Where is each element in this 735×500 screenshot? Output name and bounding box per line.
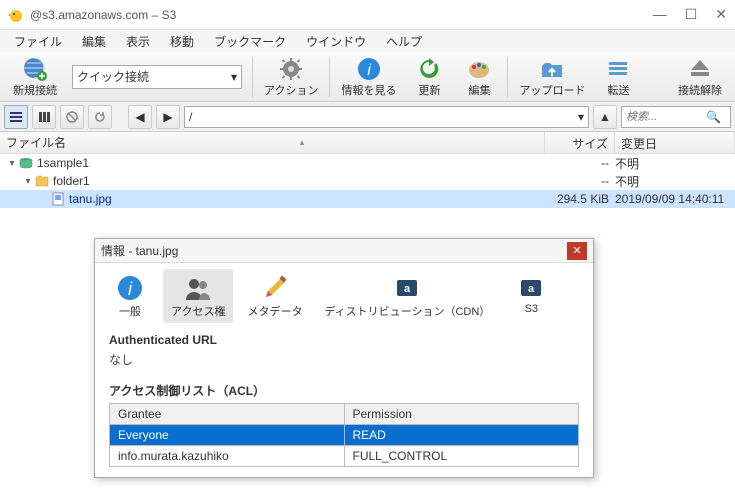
refresh-button[interactable]: 更新 bbox=[405, 54, 453, 100]
minimize-button[interactable]: — bbox=[653, 6, 667, 23]
tab-s3[interactable]: a S3 bbox=[504, 269, 558, 323]
acl-row[interactable]: EveryoneREAD bbox=[110, 425, 579, 446]
users-icon bbox=[183, 273, 213, 303]
aws-box-icon: a bbox=[392, 273, 422, 303]
file-name: tanu.jpg bbox=[69, 192, 545, 206]
sort-indicator-icon: ▴ bbox=[300, 137, 305, 148]
file-size: -- bbox=[545, 156, 615, 170]
action-button[interactable]: アクション bbox=[257, 54, 325, 100]
svg-text:a: a bbox=[528, 283, 535, 295]
edit-button[interactable]: 編集 bbox=[455, 54, 503, 100]
acl-table: Grantee Permission EveryoneREADinfo.mura… bbox=[109, 403, 579, 467]
view-column-button[interactable] bbox=[32, 105, 56, 129]
tab-distribution[interactable]: a ディストリビューション（CDN） bbox=[316, 269, 498, 323]
nav-reload-button[interactable] bbox=[88, 105, 112, 129]
acl-permission: FULL_CONTROL bbox=[344, 446, 579, 467]
tab-general[interactable]: i 一般 bbox=[103, 269, 157, 323]
column-header-name[interactable]: ファイル名 ▴ bbox=[0, 132, 545, 153]
acl-grantee: Everyone bbox=[110, 425, 345, 446]
acl-permission: READ bbox=[344, 425, 579, 446]
menu-bookmark[interactable]: ブックマーク bbox=[206, 31, 294, 52]
pencil-icon bbox=[260, 273, 290, 303]
file-row[interactable]: ▾ 1sample1--不明 bbox=[0, 154, 735, 172]
close-button[interactable]: ✕ bbox=[715, 6, 727, 23]
nav-back-button[interactable]: ◀ bbox=[128, 105, 152, 129]
aws-box-icon: a bbox=[516, 273, 546, 303]
new-connection-button[interactable]: 新規接続 bbox=[6, 54, 64, 100]
search-field[interactable]: 🔍 bbox=[621, 106, 731, 128]
file-size: -- bbox=[545, 174, 615, 188]
view-list-button[interactable] bbox=[4, 105, 28, 129]
upload-button[interactable]: アップロード bbox=[512, 54, 592, 100]
transfer-icon bbox=[605, 56, 631, 82]
maximize-button[interactable]: ☐ bbox=[685, 6, 698, 23]
file-row[interactable]: ▾ folder1--不明 bbox=[0, 172, 735, 190]
palette-icon bbox=[466, 56, 492, 82]
file-date: 不明 bbox=[615, 173, 735, 190]
file-name: folder1 bbox=[53, 174, 545, 188]
menu-go[interactable]: 移動 bbox=[162, 31, 202, 52]
file-icon bbox=[50, 191, 66, 207]
acl-grantee: info.murata.kazuhiko bbox=[110, 446, 345, 467]
info-icon: i bbox=[115, 273, 145, 303]
folder-icon bbox=[34, 173, 50, 189]
file-size: 294.5 KiB bbox=[545, 192, 615, 206]
tree-expander[interactable]: ▾ bbox=[22, 176, 34, 187]
file-name: 1sample1 bbox=[37, 156, 545, 170]
dialog-title: 情報 - tanu.jpg bbox=[101, 242, 178, 259]
file-date: 不明 bbox=[615, 155, 735, 172]
info-button[interactable]: i 情報を見る bbox=[334, 54, 403, 100]
menu-help[interactable]: ヘルプ bbox=[378, 31, 430, 52]
acl-row[interactable]: info.murata.kazuhikoFULL_CONTROL bbox=[110, 446, 579, 467]
path-combo[interactable]: / ▾ bbox=[184, 106, 589, 128]
svg-text:i: i bbox=[367, 62, 371, 79]
acl-label: アクセス制御リスト（ACL） bbox=[109, 382, 579, 399]
chevron-down-icon: ▾ bbox=[231, 70, 237, 84]
nav-stop-button[interactable] bbox=[60, 105, 84, 129]
svg-text:a: a bbox=[404, 283, 411, 295]
acl-header-grantee[interactable]: Grantee bbox=[110, 404, 345, 425]
menubar: ファイル 編集 表示 移動 ブックマーク ウインドウ ヘルプ bbox=[0, 30, 735, 52]
file-list: ▾1sample1--不明▾folder1--不明tanu.jpg294.5 K… bbox=[0, 154, 735, 208]
app-icon bbox=[8, 7, 24, 23]
search-icon: 🔍 bbox=[706, 110, 721, 124]
disconnect-button[interactable]: 接続解除 bbox=[671, 54, 729, 100]
file-date: 2019/09/09 14:40:11 bbox=[615, 192, 735, 206]
menu-edit[interactable]: 編集 bbox=[74, 31, 114, 52]
eject-icon bbox=[687, 56, 713, 82]
file-row[interactable]: tanu.jpg294.5 KiB2019/09/09 14:40:11 bbox=[0, 190, 735, 208]
refresh-icon bbox=[416, 56, 442, 82]
column-header-size[interactable]: サイズ bbox=[545, 132, 615, 153]
search-input[interactable] bbox=[626, 111, 706, 123]
info-icon: i bbox=[356, 56, 382, 82]
column-header-date[interactable]: 変更日 bbox=[615, 132, 735, 153]
dialog-close-button[interactable]: ✕ bbox=[567, 242, 587, 260]
nav-up-button[interactable]: ▲ bbox=[593, 105, 617, 129]
bucket-icon bbox=[18, 155, 34, 171]
gear-icon bbox=[278, 56, 304, 82]
tab-metadata[interactable]: メタデータ bbox=[239, 269, 310, 323]
auth-url-label: Authenticated URL bbox=[109, 333, 579, 347]
upload-icon bbox=[539, 56, 565, 82]
globe-plus-icon bbox=[22, 56, 48, 82]
chevron-down-icon: ▾ bbox=[578, 110, 584, 124]
info-dialog: 情報 - tanu.jpg ✕ i 一般 アクセス権 メタデータ a ディストリ… bbox=[94, 238, 594, 478]
acl-header-permission[interactable]: Permission bbox=[344, 404, 579, 425]
menu-file[interactable]: ファイル bbox=[6, 31, 70, 52]
tab-permissions[interactable]: アクセス権 bbox=[163, 269, 233, 323]
tree-expander[interactable]: ▾ bbox=[6, 158, 18, 169]
nav-forward-button[interactable]: ▶ bbox=[156, 105, 180, 129]
transfer-button[interactable]: 転送 bbox=[594, 54, 642, 100]
menu-view[interactable]: 表示 bbox=[118, 31, 158, 52]
auth-url-value: なし bbox=[109, 351, 579, 368]
menu-window[interactable]: ウインドウ bbox=[298, 31, 374, 52]
quick-connect-combo[interactable]: クイック接続 ▾ bbox=[72, 65, 242, 89]
window-title: @s3.amazonaws.com – S3 bbox=[30, 8, 653, 22]
